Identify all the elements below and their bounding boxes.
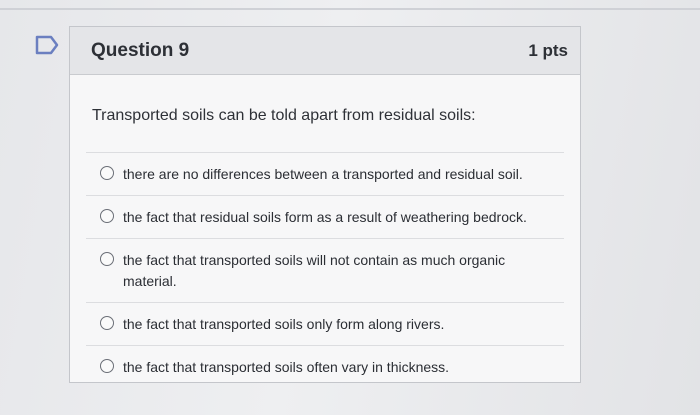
radio-button-icon[interactable] <box>100 252 114 266</box>
answer-option-1[interactable]: there are no differences between a trans… <box>86 152 564 195</box>
radio-button-icon[interactable] <box>100 209 114 223</box>
question-header: Question 9 1 pts <box>70 27 580 75</box>
page-divider <box>0 8 700 10</box>
answer-label: the fact that transported soils will not… <box>123 252 506 289</box>
question-points: 1 pts <box>528 40 568 60</box>
answer-label: there are no differences between a trans… <box>123 166 523 182</box>
answer-option-5[interactable]: the fact that transported soils often va… <box>86 345 564 388</box>
answer-option-4[interactable]: the fact that transported soils only for… <box>86 302 564 345</box>
answer-label: the fact that residual soils form as a r… <box>123 209 527 225</box>
answer-list: there are no differences between a trans… <box>86 152 564 388</box>
answer-label: the fact that transported soils often va… <box>123 359 450 375</box>
radio-button-icon[interactable] <box>100 316 114 330</box>
radio-button-icon[interactable] <box>100 166 114 180</box>
question-card: Question 9 1 pts Transported soils can b… <box>69 26 581 383</box>
question-title: Question 9 <box>91 39 190 61</box>
radio-button-icon[interactable] <box>100 359 114 373</box>
answer-label: the fact that transported soils only for… <box>123 316 445 332</box>
answer-option-3[interactable]: the fact that transported soils will not… <box>86 238 564 302</box>
flag-icon[interactable] <box>34 34 60 56</box>
answer-option-2[interactable]: the fact that residual soils form as a r… <box>86 195 564 238</box>
question-prompt: Transported soils can be told apart from… <box>92 107 476 124</box>
